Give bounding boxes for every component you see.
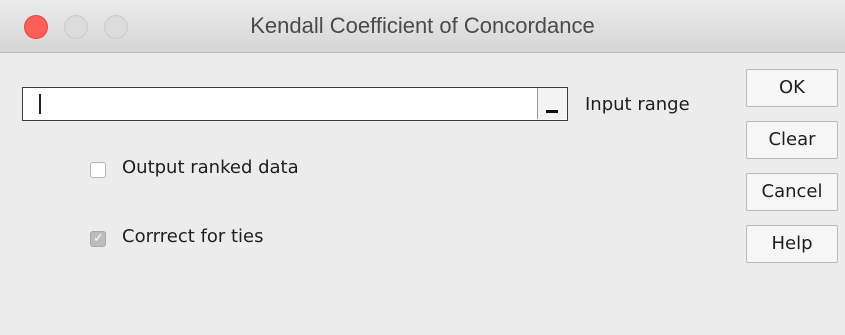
dialog-content: Input range Output ranked data ✓ Corrrec…: [0, 53, 845, 335]
window-title: Kendall Coefficient of Concordance: [250, 13, 595, 38]
clear-button[interactable]: Clear: [746, 121, 838, 159]
correct-for-ties-label: Corrrect for ties: [122, 226, 264, 247]
correct-for-ties-checkbox[interactable]: ✓: [90, 231, 106, 247]
ok-button[interactable]: OK: [746, 69, 838, 107]
input-range-label: Input range: [585, 94, 690, 115]
checkmark-icon: ✓: [93, 231, 104, 246]
title-bar: Kendall Coefficient of Concordance: [0, 0, 845, 53]
output-ranked-data-label: Output ranked data: [122, 157, 299, 178]
input-range-field[interactable]: [22, 87, 568, 121]
cancel-button[interactable]: Cancel: [746, 173, 838, 211]
range-select-icon: [546, 110, 558, 113]
range-select-button[interactable]: [537, 88, 567, 119]
output-ranked-data-checkbox[interactable]: [90, 162, 106, 178]
text-caret: [39, 94, 41, 114]
help-button[interactable]: Help: [746, 225, 838, 263]
